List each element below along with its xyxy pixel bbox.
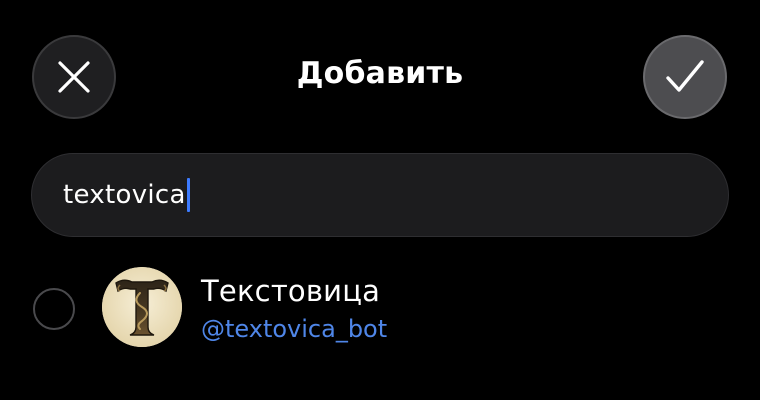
select-radio[interactable]	[33, 288, 75, 330]
result-username: @textovica_bot	[201, 315, 388, 343]
avatar	[102, 267, 182, 347]
text-caret	[186, 178, 190, 212]
confirm-button[interactable]	[643, 35, 727, 119]
add-dialog: Добавить textovica Текстовица @textovica…	[0, 0, 760, 400]
search-input-value: textovica	[63, 180, 186, 210]
list-item[interactable]: Текстовица @textovica_bot	[0, 262, 760, 362]
result-name: Текстовица	[201, 274, 381, 308]
search-input[interactable]: textovica	[31, 153, 729, 237]
checkmark-icon	[666, 60, 704, 92]
